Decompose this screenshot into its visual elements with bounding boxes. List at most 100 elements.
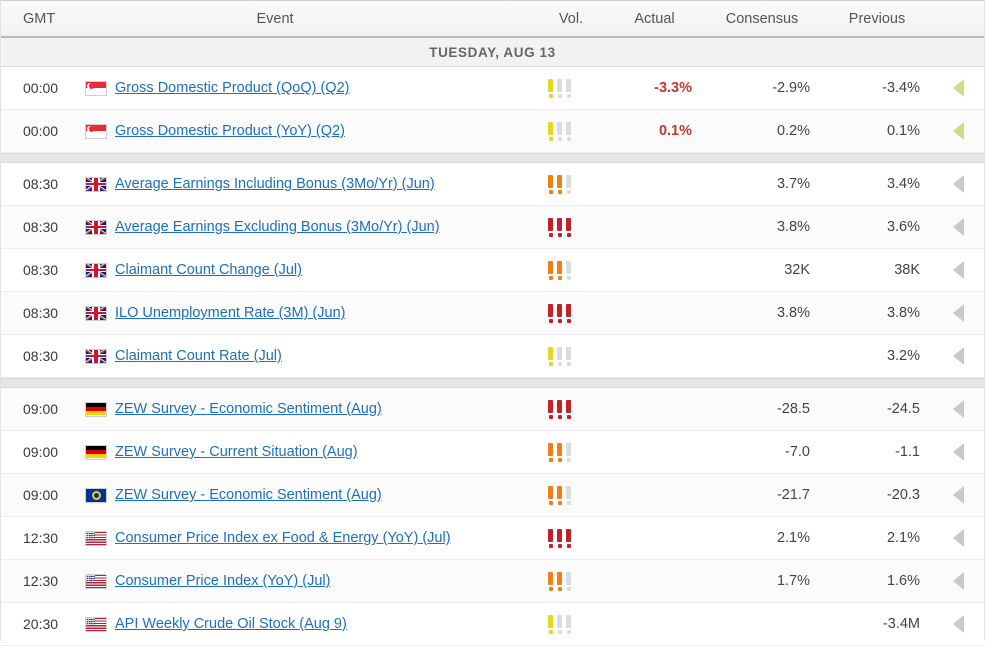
table-row[interactable]: 08:30 Average Earnings Excluding Bonus (3… bbox=[1, 206, 984, 249]
row-expand-cell[interactable] bbox=[932, 218, 984, 236]
expand-row-arrow[interactable] bbox=[952, 122, 964, 140]
event-name-cell: Average Earnings Including Bonus (3Mo/Yr… bbox=[115, 176, 545, 192]
event-time: 12:30 bbox=[23, 573, 59, 589]
event-link[interactable]: ILO Unemployment Rate (3M) (Jun) bbox=[115, 305, 345, 321]
volatility-bar-2 bbox=[556, 346, 563, 366]
event-name-cell: Gross Domestic Product (YoY) (Q2) bbox=[115, 123, 545, 139]
table-row[interactable]: 09:00 ZEW Survey - Economic Sentiment (Au… bbox=[1, 388, 984, 431]
table-row[interactable]: 08:30 Claimant Count Change (Jul) 32K 38K bbox=[1, 249, 984, 292]
previous-value: 3.2% bbox=[886, 348, 920, 364]
expand-row-arrow[interactable] bbox=[952, 175, 964, 193]
row-expand-cell[interactable] bbox=[932, 486, 984, 504]
event-link[interactable]: Consumer Price Index ex Food & Energy (Y… bbox=[115, 530, 451, 546]
table-row[interactable]: 20:30 API Weekly Crude Oil Stock (Aug 9) -… bbox=[1, 603, 984, 646]
volatility-bar-3 bbox=[565, 174, 572, 194]
event-link[interactable]: Average Earnings Excluding Bonus (3Mo/Yr… bbox=[115, 219, 440, 235]
country-flag-cell bbox=[85, 305, 115, 321]
row-expand-cell[interactable] bbox=[932, 347, 984, 365]
volatility-bar-1 bbox=[547, 528, 554, 548]
table-row[interactable]: 00:00 Gross Domestic Product (YoY) (Q2) 0.… bbox=[1, 110, 984, 153]
volatility-cell bbox=[545, 614, 607, 634]
volatility-indicator bbox=[547, 399, 572, 419]
volatility-bar-3 bbox=[565, 528, 572, 548]
event-link[interactable]: Claimant Count Rate (Jul) bbox=[115, 348, 282, 364]
event-name-cell: Average Earnings Excluding Bonus (3Mo/Yr… bbox=[115, 219, 545, 235]
row-expand-cell[interactable] bbox=[932, 572, 984, 590]
row-expand-cell[interactable] bbox=[932, 175, 984, 193]
volatility-bar-3 bbox=[565, 399, 572, 419]
table-row[interactable]: 12:30 Consumer Price Index (YoY) (Jul) 1.7… bbox=[1, 560, 984, 603]
event-time: 08:30 bbox=[23, 262, 59, 278]
volatility-cell bbox=[545, 174, 607, 194]
expand-row-arrow[interactable] bbox=[952, 443, 964, 461]
table-row[interactable]: 08:30 ILO Unemployment Rate (3M) (Jun) 3.8… bbox=[1, 292, 984, 335]
event-link[interactable]: ZEW Survey - Economic Sentiment (Aug) bbox=[115, 487, 382, 503]
expand-row-arrow[interactable] bbox=[952, 529, 964, 547]
event-name-cell: ZEW Survey - Economic Sentiment (Aug) bbox=[115, 487, 545, 503]
event-name-cell: Consumer Price Index (YoY) (Jul) bbox=[115, 573, 545, 589]
event-name-cell: ZEW Survey - Current Situation (Aug) bbox=[115, 444, 545, 460]
expand-row-arrow[interactable] bbox=[952, 572, 964, 590]
column-header-actual[interactable]: Actual bbox=[607, 11, 702, 27]
row-expand-cell[interactable] bbox=[932, 443, 984, 461]
event-link[interactable]: Average Earnings Including Bonus (3Mo/Yr… bbox=[115, 176, 435, 192]
column-header-volatility[interactable]: Vol. bbox=[535, 11, 607, 27]
country-flag-cell bbox=[85, 444, 115, 460]
table-row[interactable]: 09:00 ZEW Survey - Current Situation (Aug… bbox=[1, 431, 984, 474]
row-expand-cell[interactable] bbox=[932, 529, 984, 547]
expand-row-arrow[interactable] bbox=[952, 400, 964, 418]
consensus-value: 3.8% bbox=[776, 219, 810, 235]
flag-singapore bbox=[85, 80, 107, 96]
volatility-bar-3 bbox=[565, 121, 572, 141]
expand-row-arrow[interactable] bbox=[952, 347, 964, 365]
event-name-cell: Consumer Price Index ex Food & Energy (Y… bbox=[115, 530, 545, 546]
expand-row-arrow[interactable] bbox=[952, 304, 964, 322]
country-flag-cell bbox=[85, 573, 115, 589]
event-link[interactable]: API Weekly Crude Oil Stock (Aug 9) bbox=[115, 616, 347, 632]
volatility-bar-2 bbox=[556, 303, 563, 323]
calendar-rows: 00:00 Gross Domestic Product (QoQ) (Q2) -3… bbox=[1, 67, 984, 646]
event-link[interactable]: Gross Domestic Product (QoQ) (Q2) bbox=[115, 80, 349, 96]
column-header-time[interactable]: GMT bbox=[1, 11, 85, 27]
table-row[interactable]: 09:00 ZEW Survey - Economic Sentiment (Au… bbox=[1, 474, 984, 517]
volatility-bar-1 bbox=[547, 346, 554, 366]
event-name-cell: Claimant Count Change (Jul) bbox=[115, 262, 545, 278]
row-expand-cell[interactable] bbox=[932, 261, 984, 279]
volatility-indicator bbox=[547, 78, 572, 98]
row-expand-cell[interactable] bbox=[932, 79, 984, 97]
expand-row-arrow[interactable] bbox=[952, 261, 964, 279]
table-row[interactable]: 12:30 Consumer Price Index ex Food & Ener… bbox=[1, 517, 984, 560]
expand-row-arrow[interactable] bbox=[952, 615, 964, 633]
event-link[interactable]: Claimant Count Change (Jul) bbox=[115, 262, 302, 278]
volatility-indicator bbox=[547, 614, 572, 634]
expand-row-arrow[interactable] bbox=[952, 218, 964, 236]
volatility-bar-2 bbox=[556, 217, 563, 237]
previous-value: -1.1 bbox=[895, 444, 920, 460]
table-row[interactable]: 08:30 Claimant Count Rate (Jul) 3.2% bbox=[1, 335, 984, 378]
expand-row-arrow[interactable] bbox=[952, 79, 964, 97]
table-row[interactable]: 00:00 Gross Domestic Product (QoQ) (Q2) -3… bbox=[1, 67, 984, 110]
row-expand-cell[interactable] bbox=[932, 304, 984, 322]
consensus-value: 3.7% bbox=[776, 176, 810, 192]
column-header-event[interactable]: Event bbox=[85, 11, 535, 27]
volatility-bar-2 bbox=[556, 528, 563, 548]
consensus-value: -2.9% bbox=[772, 80, 810, 96]
event-link[interactable]: Consumer Price Index (YoY) (Jul) bbox=[115, 573, 330, 589]
column-header-previous[interactable]: Previous bbox=[822, 11, 932, 27]
flag-united-kingdom bbox=[85, 305, 107, 321]
row-expand-cell[interactable] bbox=[932, 400, 984, 418]
event-link[interactable]: ZEW Survey - Current Situation (Aug) bbox=[115, 444, 358, 460]
expand-row-arrow[interactable] bbox=[952, 486, 964, 504]
column-header-consensus[interactable]: Consensus bbox=[702, 11, 822, 27]
table-row[interactable]: 08:30 Average Earnings Including Bonus (3… bbox=[1, 163, 984, 206]
volatility-bar-2 bbox=[556, 571, 563, 591]
event-name-cell: Claimant Count Rate (Jul) bbox=[115, 348, 545, 364]
volatility-bar-3 bbox=[565, 78, 572, 98]
row-expand-cell[interactable] bbox=[932, 122, 984, 140]
event-link[interactable]: ZEW Survey - Economic Sentiment (Aug) bbox=[115, 401, 382, 417]
volatility-indicator bbox=[547, 121, 572, 141]
row-expand-cell[interactable] bbox=[932, 615, 984, 633]
event-link[interactable]: Gross Domestic Product (YoY) (Q2) bbox=[115, 123, 345, 139]
country-flag-cell bbox=[85, 219, 115, 235]
volatility-bar-3 bbox=[565, 442, 572, 462]
